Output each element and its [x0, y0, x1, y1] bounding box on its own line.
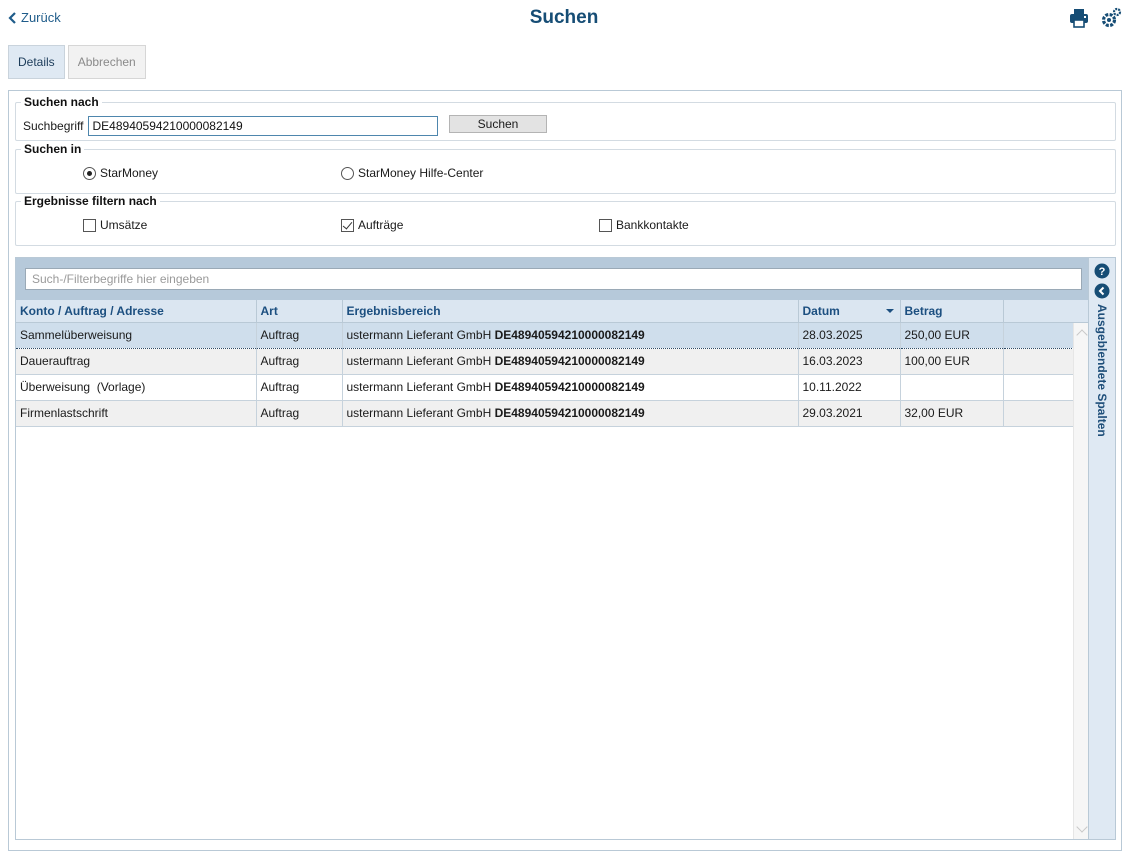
checkbox-label: Aufträge [358, 218, 404, 232]
checkbox-label: Bankkontakte [616, 218, 689, 232]
radio-button[interactable] [83, 166, 96, 180]
sort-desc-icon [885, 309, 894, 313]
search-button[interactable]: Suchen [449, 115, 547, 133]
cell-ergebnisbereich: ustermann Lieferant GmbH DE4894059421000… [342, 400, 799, 427]
cell-datum: 16.03.2023 [798, 348, 901, 375]
checkbox-bankkontakte[interactable]: Bankkontakte [599, 218, 689, 232]
page-title: Suchen [529, 7, 599, 28]
cell-bereich-text: ustermann Lieferant GmbH [346, 354, 492, 368]
cell-bereich-ref: DE48940594210000082149 [494, 328, 645, 342]
filter-input[interactable] [25, 268, 1082, 290]
cell-bereich-ref: DE48940594210000082149 [494, 354, 645, 368]
table-header-row: Konto / Auftrag / Adresse Art Ergebnisbe… [16, 300, 1091, 323]
cell-bereich-text: ustermann Lieferant GmbH [346, 406, 492, 420]
table-row[interactable]: Firmenlastschrift Auftrag ustermann Lief… [16, 400, 1091, 427]
tab-details[interactable]: Details [8, 45, 65, 79]
cell-art: Auftrag [256, 374, 343, 401]
chevron-left-icon [8, 11, 16, 24]
tab-abbrechen[interactable]: Abbrechen [67, 45, 146, 79]
back-link[interactable]: Zurück [8, 10, 61, 25]
table-row[interactable]: Dauerauftrag Auftrag ustermann Lieferant… [16, 348, 1091, 375]
radio-starmoney[interactable]: StarMoney [83, 166, 158, 180]
cell-bereich-ref: DE48940594210000082149 [494, 380, 645, 394]
cell-betrag: 250,00 EUR [900, 321, 1004, 349]
cell-konto: Dauerauftrag [16, 348, 257, 375]
checkbox[interactable] [83, 218, 96, 232]
cell-ergebnisbereich: ustermann Lieferant GmbH DE4894059421000… [342, 348, 799, 375]
cell-datum: 29.03.2021 [798, 400, 901, 427]
results-toolbar [16, 258, 1090, 300]
search-term-label: Suchbegriff [23, 119, 84, 133]
column-header-art[interactable]: Art [256, 300, 343, 323]
checkbox-label: Umsätze [100, 218, 148, 232]
cell-art: Auftrag [256, 348, 343, 375]
chevron-left-circle-icon[interactable] [1094, 283, 1110, 299]
hidden-columns-rail[interactable]: ? Ausgeblendete Spalten [1088, 258, 1115, 839]
cell-betrag [900, 374, 1004, 401]
svg-text:?: ? [1099, 266, 1106, 278]
results-panel: Konto / Auftrag / Adresse Art Ergebnisbe… [15, 257, 1116, 840]
radio-label: StarMoney [100, 166, 159, 180]
checkbox-umsaetze[interactable]: Umsätze [83, 218, 147, 232]
hidden-columns-label[interactable]: Ausgeblendete Spalten [1095, 304, 1109, 437]
gear-icon[interactable] [1100, 7, 1122, 29]
help-icon[interactable]: ? [1094, 263, 1110, 279]
column-header-label: Datum [802, 303, 840, 318]
cell-konto: Sammelüberweisung [16, 321, 257, 349]
cell-datum: 10.11.2022 [798, 374, 901, 401]
table-row[interactable]: Sammelüberweisung Auftrag ustermann Lief… [16, 321, 1091, 349]
checkbox-auftraege[interactable]: Aufträge [341, 218, 403, 232]
column-header-konto[interactable]: Konto / Auftrag / Adresse [16, 300, 257, 323]
cell-konto: Überweisung (Vorlage) [16, 374, 257, 401]
column-header-ergebnisbereich[interactable]: Ergebnisbereich [342, 300, 799, 323]
filter-legend: Ergebnisse filtern nach [24, 194, 157, 208]
back-label: Zurück [21, 10, 61, 25]
search-in-group: Suchen in [15, 142, 1116, 194]
column-header-betrag[interactable]: Betrag [900, 300, 1004, 323]
scroll-down-icon[interactable] [1076, 821, 1088, 833]
cell-ergebnisbereich: ustermann Lieferant GmbH DE4894059421000… [342, 374, 799, 401]
radio-button[interactable] [341, 166, 354, 180]
search-panel: Suchen nach Suchbegriff Suchen Suchen in… [8, 90, 1122, 851]
cell-datum: 28.03.2025 [798, 321, 901, 349]
cell-art: Auftrag [256, 321, 343, 349]
search-in-legend: Suchen in [24, 142, 82, 156]
table-row[interactable]: Überweisung (Vorlage) Auftrag ustermann … [16, 374, 1091, 401]
radio-hilfe-center[interactable]: StarMoney Hilfe-Center [341, 166, 483, 180]
cell-betrag: 100,00 EUR [900, 348, 1004, 375]
cell-ergebnisbereich: ustermann Lieferant GmbH DE4894059421000… [342, 321, 799, 349]
radio-label: StarMoney Hilfe-Center [358, 166, 484, 180]
search-by-legend: Suchen nach [24, 95, 99, 109]
cell-art: Auftrag [256, 400, 343, 427]
cell-konto: Firmenlastschrift [16, 400, 257, 427]
scroll-up-icon[interactable] [1076, 329, 1088, 341]
cell-bereich-ref: DE48940594210000082149 [494, 406, 645, 420]
cell-bereich-text: ustermann Lieferant GmbH [346, 380, 492, 394]
checkbox[interactable] [599, 218, 612, 232]
print-icon[interactable] [1068, 7, 1090, 29]
cell-bereich-text: ustermann Lieferant GmbH [346, 328, 492, 342]
search-term-input[interactable] [87, 116, 438, 136]
results-table: Konto / Auftrag / Adresse Art Ergebnisbe… [16, 300, 1091, 427]
checkbox[interactable] [341, 218, 354, 232]
filter-group: Ergebnisse filtern nach [15, 194, 1116, 246]
column-header-datum[interactable]: Datum [798, 300, 901, 323]
column-header-empty [1003, 300, 1091, 323]
cell-betrag: 32,00 EUR [900, 400, 1004, 427]
